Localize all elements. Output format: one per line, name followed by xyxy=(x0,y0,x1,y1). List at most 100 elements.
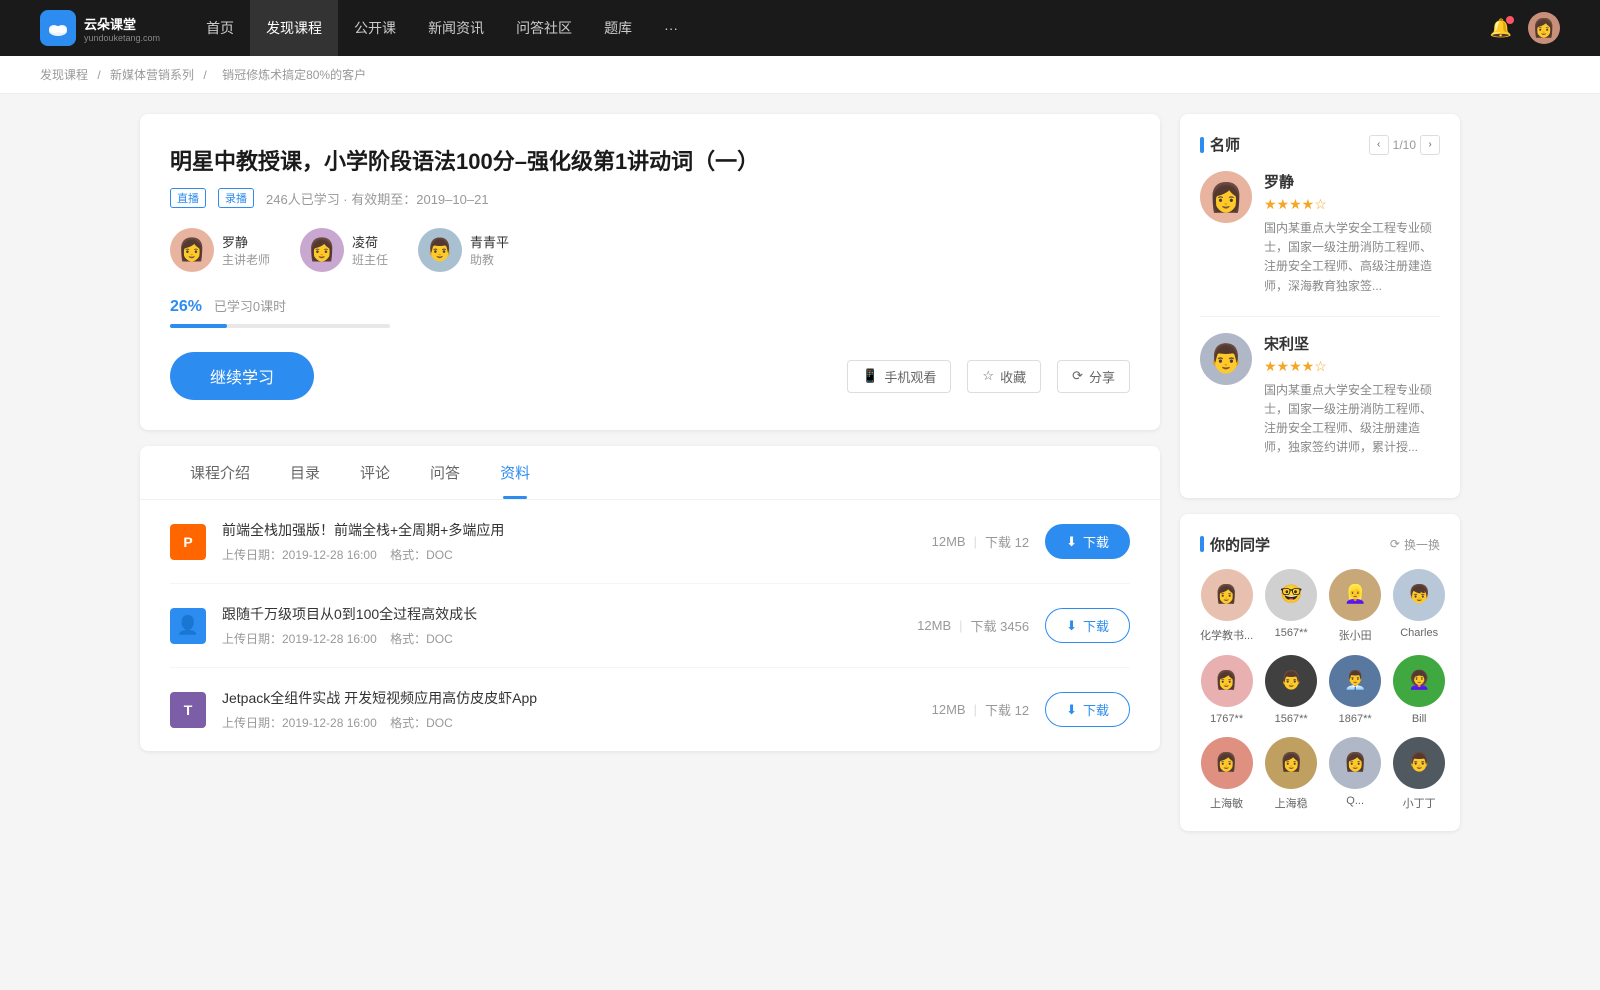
badge-live: 直播 xyxy=(170,188,206,208)
tabs-card: 课程介绍 目录 评论 问答 资料 P 前端全栈加强版！前端全栈+全周期+多端应用… xyxy=(140,446,1160,751)
progress-bar-bg xyxy=(170,324,390,328)
classmate-avatar-8: 👩 xyxy=(1201,737,1253,789)
collect-label: 收藏 xyxy=(1000,367,1026,386)
refresh-classmates-btn[interactable]: ⟳ 换一换 xyxy=(1390,536,1440,553)
tab-review[interactable]: 评论 xyxy=(340,446,410,499)
classmate-name-5: 1567** xyxy=(1275,713,1308,725)
classmates-grid: 👩 化学教书... 🤓 1567** 👱‍♀️ 张小田 👦 Charles 👩 xyxy=(1200,569,1440,811)
res-title-0: 前端全栈加强版！前端全栈+全周期+多端应用 xyxy=(222,520,916,540)
res-meta-2: 上传日期：2019-12-28 16:00 格式：DOC xyxy=(222,714,916,731)
classmate-name-8: 上海敏 xyxy=(1210,795,1243,811)
classmate-2: 👱‍♀️ 张小田 xyxy=(1329,569,1381,643)
res-stats-2: 12MB | 下载 12 xyxy=(932,700,1029,719)
breadcrumb-sep1: / xyxy=(97,68,104,82)
classmate-3: 👦 Charles xyxy=(1393,569,1445,643)
res-meta-0: 上传日期：2019-12-28 16:00 格式：DOC xyxy=(222,546,916,563)
tab-intro[interactable]: 课程介绍 xyxy=(170,446,270,499)
course-title: 明星中教授课，小学阶段语法100分–强化级第1讲动词（一） xyxy=(170,144,1130,176)
res-info-2: Jetpack全组件实战 开发短视频应用高仿皮皮虾App 上传日期：2019-1… xyxy=(222,688,916,731)
teachers-sidebar-header: 名师 ‹ 1/10 › xyxy=(1200,134,1440,155)
notification-bell[interactable]: 🔔 xyxy=(1490,18,1512,39)
mobile-label: 手机观看 xyxy=(884,367,936,386)
classmate-avatar-2: 👱‍♀️ xyxy=(1329,569,1381,621)
tab-resource[interactable]: 资料 xyxy=(480,446,550,499)
breadcrumb-discover[interactable]: 发现课程 xyxy=(40,68,88,82)
res-format-1: 格式：DOC xyxy=(390,632,453,646)
classmate-avatar-10: 👩 xyxy=(1329,737,1381,789)
tab-catalog[interactable]: 目录 xyxy=(270,446,340,499)
res-date-2: 上传日期：2019-12-28 16:00 xyxy=(222,716,377,730)
classmate-4: 👩 1767** xyxy=(1200,655,1253,725)
sidebar-teacher-name-1: 宋利坚 xyxy=(1264,333,1440,354)
res-date-1: 上传日期：2019-12-28 16:00 xyxy=(222,632,377,646)
res-stats-1: 12MB | 下载 3456 xyxy=(917,616,1029,635)
res-icon-0: P xyxy=(170,524,206,560)
res-info-0: 前端全栈加强版！前端全栈+全周期+多端应用 上传日期：2019-12-28 16… xyxy=(222,520,916,563)
classmate-avatar-1: 🤓 xyxy=(1265,569,1317,621)
logo-main-text: 云朵课堂 xyxy=(84,14,160,33)
nav-home[interactable]: 首页 xyxy=(190,0,250,56)
mobile-watch-button[interactable]: 📱 手机观看 xyxy=(847,360,951,393)
refresh-icon: ⟳ xyxy=(1390,537,1400,551)
resource-item-1: 👤 跟随千万级项目从0到100全过程高效成长 上传日期：2019-12-28 1… xyxy=(170,584,1130,668)
res-info-1: 跟随千万级项目从0到100全过程高效成长 上传日期：2019-12-28 16:… xyxy=(222,604,901,647)
prev-page-btn[interactable]: ‹ xyxy=(1369,135,1389,155)
classmate-name-6: 1867** xyxy=(1339,713,1372,725)
nav-open-course[interactable]: 公开课 xyxy=(338,0,412,56)
classmate-avatar-6: 👨‍💼 xyxy=(1329,655,1381,707)
continue-button[interactable]: 继续学习 xyxy=(170,352,314,400)
classmate-6: 👨‍💼 1867** xyxy=(1329,655,1381,725)
tab-qa[interactable]: 问答 xyxy=(410,446,480,499)
main-container: 明星中教授课，小学阶段语法100分–强化级第1讲动词（一） 直播 录播 246人… xyxy=(100,94,1500,867)
teacher-0: 👩 罗静 主讲老师 xyxy=(170,228,270,272)
download-icon-2: ⬇ xyxy=(1066,702,1077,718)
badge-record: 录播 xyxy=(218,188,254,208)
teachers-list: 👩 罗静 主讲老师 👩 凌荷 班主任 👨 青青平 xyxy=(170,228,1130,272)
collect-button[interactable]: ☆ 收藏 xyxy=(967,360,1041,393)
next-page-btn[interactable]: › xyxy=(1420,135,1440,155)
classmate-7: 👩‍🦱 Bill xyxy=(1393,655,1445,725)
sidebar-teacher-info-0: 罗静 ★★★★☆ 国内某重点大学安全工程专业硕士，国家一级注册消防工程师、注册安… xyxy=(1264,171,1440,296)
teacher-avatar-0: 👩 xyxy=(170,228,214,272)
progress-bar-fill xyxy=(170,324,227,328)
classmates-title: 你的同学 xyxy=(1210,534,1270,555)
sidebar-teacher-info-1: 宋利坚 ★★★★☆ 国内某重点大学安全工程专业硕士，国家一级注册消防工程师、注册… xyxy=(1264,333,1440,458)
classmate-avatar-7: 👩‍🦱 xyxy=(1393,655,1445,707)
teacher-name-0: 罗静 xyxy=(222,232,270,251)
sidebar-teacher-avatar-0: 👩 xyxy=(1200,171,1252,223)
breadcrumb: 发现课程 / 新媒体营销系列 / 销冠修炼术搞定80%的客户 xyxy=(0,56,1600,94)
user-avatar-nav[interactable]: 👩 xyxy=(1528,12,1560,44)
nav-news[interactable]: 新闻资讯 xyxy=(412,0,500,56)
nav-discover[interactable]: 发现课程 xyxy=(250,0,338,56)
classmate-avatar-4: 👩 xyxy=(1201,655,1253,707)
course-header-card: 明星中教授课，小学阶段语法100分–强化级第1讲动词（一） 直播 录播 246人… xyxy=(140,114,1160,430)
nav-more[interactable]: ··· xyxy=(648,0,694,56)
sidebar-teacher-0: 👩 罗静 ★★★★☆ 国内某重点大学安全工程专业硕士，国家一级注册消防工程师、注… xyxy=(1200,171,1440,296)
mobile-icon: 📱 xyxy=(862,368,878,384)
res-icon-1: 👤 xyxy=(170,608,206,644)
action-btns: 📱 手机观看 ☆ 收藏 ⟳ 分享 xyxy=(847,360,1130,393)
download-btn-2[interactable]: ⬇ 下载 xyxy=(1045,692,1130,727)
nav-quiz[interactable]: 题库 xyxy=(588,0,648,56)
sidebar-teacher-1: 👨 宋利坚 ★★★★☆ 国内某重点大学安全工程专业硕士，国家一级注册消防工程师、… xyxy=(1200,333,1440,458)
nav-qa[interactable]: 问答社区 xyxy=(500,0,588,56)
cloud-icon xyxy=(47,17,69,39)
breadcrumb-series[interactable]: 新媒体营销系列 xyxy=(110,68,194,82)
teacher-avatar-2: 👨 xyxy=(418,228,462,272)
sidebar-teacher-desc-1: 国内某重点大学安全工程专业硕士，国家一级注册消防工程师、注册安全工程师、级注册建… xyxy=(1264,381,1440,458)
download-btn-0[interactable]: ⬇ 下载 xyxy=(1045,524,1130,559)
download-label-2: 下载 xyxy=(1083,700,1109,719)
logo[interactable]: 云朵课堂 yundouketang.com xyxy=(40,10,160,46)
classmate-8: 👩 上海敏 xyxy=(1200,737,1253,811)
content-left: 明星中教授课，小学阶段语法100分–强化级第1讲动词（一） 直播 录播 246人… xyxy=(140,114,1160,847)
progress-sub: 已学习0课时 xyxy=(214,299,286,314)
share-button[interactable]: ⟳ 分享 xyxy=(1057,360,1130,393)
logo-sub-text: yundouketang.com xyxy=(84,33,160,43)
nav-items: 首页 发现课程 公开课 新闻资讯 问答社区 题库 ··· xyxy=(190,0,1490,56)
teacher-divider xyxy=(1200,316,1440,317)
sidebar-teacher-stars-0: ★★★★☆ xyxy=(1264,196,1440,213)
share-icon: ⟳ xyxy=(1072,368,1083,384)
title-accent xyxy=(1200,137,1204,153)
download-btn-1[interactable]: ⬇ 下载 xyxy=(1045,608,1130,643)
classmate-avatar-3: 👦 xyxy=(1393,569,1445,621)
